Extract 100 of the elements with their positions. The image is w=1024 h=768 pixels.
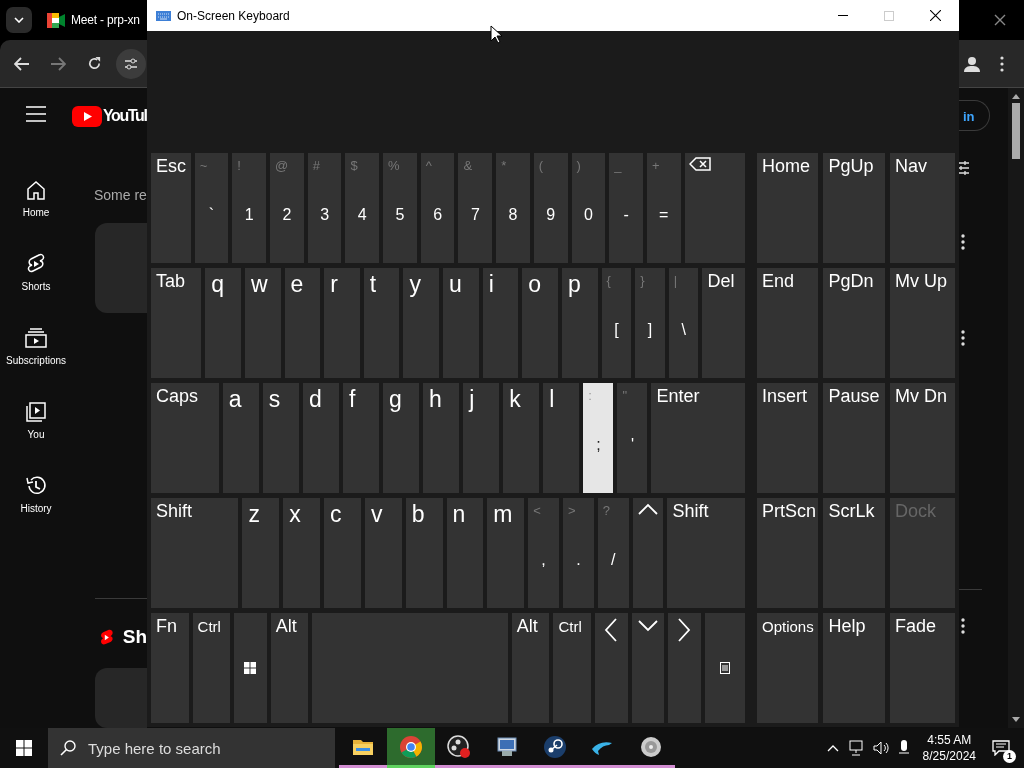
key[interactable]: y [403,268,440,378]
key[interactable]: g [383,383,420,493]
key[interactable]: o [522,268,558,378]
key[interactable]: u [443,268,479,378]
clock-date[interactable]: 8/25/2024 [922,748,976,765]
play-logo-icon[interactable] [72,105,102,127]
key[interactable]: k [503,383,540,493]
key[interactable]: Enter [651,383,745,493]
sidebar-item[interactable]: Home [0,162,72,236]
key[interactable]: Alt [270,613,309,723]
key[interactable]: h [423,383,460,493]
key[interactable]: | \ [668,268,699,378]
key[interactable]: ~ ` [194,153,229,263]
kebab-menu-icon[interactable] [1000,55,1004,72]
reload-icon[interactable] [87,56,102,71]
key[interactable]: l [543,383,580,493]
network-icon[interactable] [848,740,865,756]
key[interactable]: Insert [757,383,819,493]
key[interactable]: e [284,268,321,378]
sidebar-item[interactable]: Shorts [0,236,72,310]
key[interactable]: i [482,268,519,378]
key[interactable]: : ; [583,383,614,493]
sidebar-item[interactable]: History [0,458,72,532]
key[interactable]: } ] [635,268,665,378]
key[interactable]: Shift [151,498,239,608]
key[interactable]: j [463,383,500,493]
tab-list-button[interactable] [6,7,32,33]
key[interactable]: Alt [511,613,550,723]
key[interactable]: Fade [889,613,955,723]
back-arrow-icon[interactable] [14,56,30,71]
site-settings-button[interactable] [116,48,146,79]
filter-icon[interactable] [957,160,969,176]
key[interactable]: ! 1 [232,153,267,263]
key[interactable]: t [363,268,400,378]
key[interactable]: Options [757,613,819,723]
key[interactable]: z [242,498,280,608]
tab-title[interactable]: Meet - prp-xn [71,11,140,29]
key[interactable]: # 3 [307,153,342,263]
key[interactable]: Mv Dn [889,383,955,493]
key[interactable]: q [205,268,241,378]
key[interactable]: c [324,498,361,608]
key[interactable]: m [487,498,525,608]
volume-icon[interactable] [872,741,891,755]
key[interactable]: ? / [597,498,629,608]
key[interactable]: < , [528,498,559,608]
sidebar-item[interactable]: You [0,384,72,458]
key[interactable]: End [757,268,819,378]
key[interactable]: p [561,268,598,378]
key[interactable]: + = [646,153,681,263]
key[interactable]: d [302,383,339,493]
menu-icon[interactable] [26,106,46,122]
key[interactable]: Del [702,268,745,378]
key[interactable]: " ' [617,383,648,493]
key[interactable]: ScrLk [823,498,885,608]
key[interactable]: Pause [823,383,885,493]
scroll-up-icon[interactable] [1012,94,1020,99]
key[interactable]: Caps [151,383,219,493]
key[interactable]: % 5 [383,153,417,263]
key[interactable]: PgDn [823,268,885,378]
key[interactable]: PrtScn [757,498,819,608]
key[interactable]: { [ [601,268,632,378]
key[interactable]: Fn [151,613,189,723]
key[interactable]: * 8 [496,153,530,263]
scrollbar-thumb[interactable] [1012,103,1020,159]
key[interactable]: r [324,268,360,378]
key[interactable]: Esc [151,153,191,263]
more-options-icon[interactable] [961,234,965,250]
key[interactable]: Tab [151,268,202,378]
chevron-up-icon[interactable] [826,744,839,752]
key[interactable]: Mv Up [889,268,955,378]
key[interactable]: _ - [609,153,643,263]
key[interactable]: @ 2 [270,153,304,263]
key[interactable]: ) 0 [571,153,606,263]
key[interactable]: $ 4 [345,153,380,263]
key[interactable]: PgUp [823,153,885,263]
close-icon[interactable] [994,14,1006,26]
key[interactable]: a [222,383,259,493]
key[interactable]: > . [563,498,594,608]
key[interactable]: & 7 [458,153,493,263]
key[interactable]: Shift [667,498,745,608]
key[interactable]: s [262,383,299,493]
notifications-button[interactable]: 1 [986,733,1016,763]
more-options-icon[interactable] [961,330,965,346]
clock-time[interactable]: 4:55 AM [922,731,976,748]
profile-icon[interactable] [964,55,980,72]
key[interactable] [684,153,746,263]
scroll-down-icon[interactable] [1012,717,1020,722]
logo-text[interactable]: YouTul [103,104,147,128]
sidebar-item[interactable]: Subscriptions [0,310,72,384]
key[interactable]: Ctrl [192,613,231,723]
key[interactable]: w [244,268,281,378]
key[interactable]: n [446,498,484,608]
key[interactable]: v [364,498,402,608]
key[interactable]: Nav [889,153,955,263]
key[interactable]: ^ 6 [420,153,455,263]
forward-arrow-icon[interactable] [50,56,66,71]
key[interactable]: b [405,498,443,608]
key[interactable]: Home [757,153,819,263]
key[interactable]: x [283,498,321,608]
key[interactable] [234,613,267,723]
